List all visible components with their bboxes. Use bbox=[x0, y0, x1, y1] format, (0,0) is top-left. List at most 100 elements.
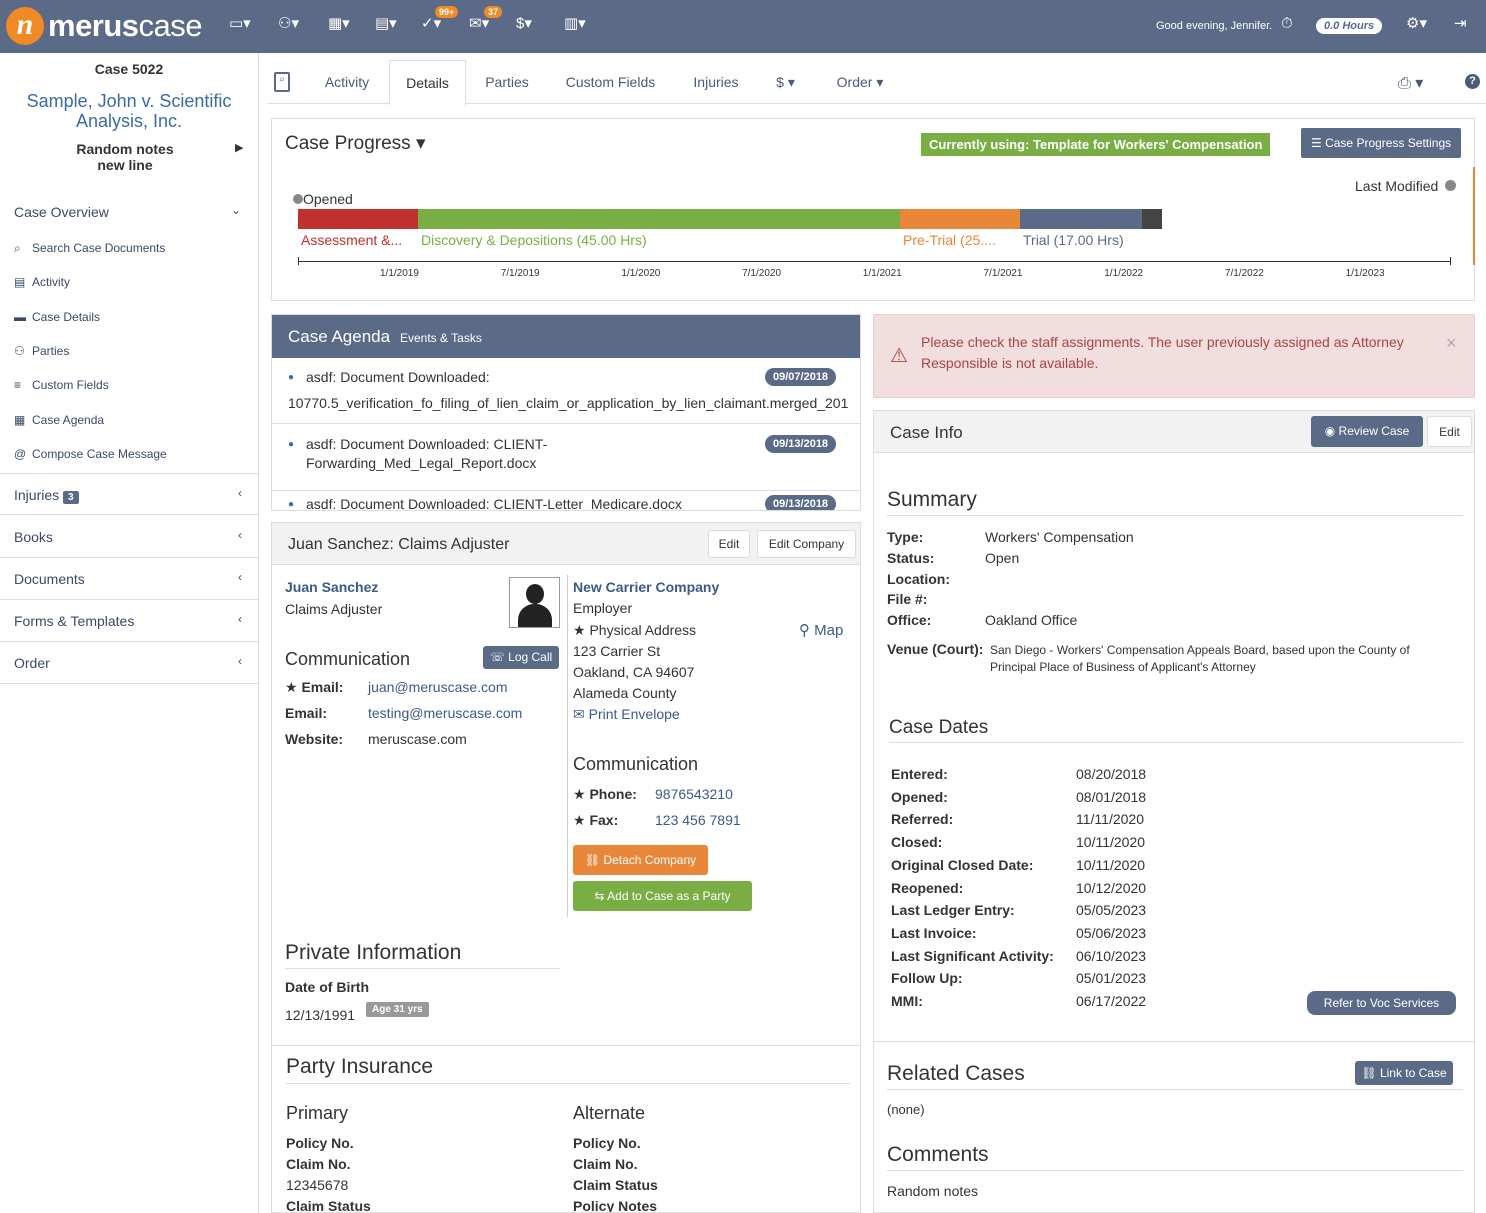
sidebar-books[interactable]: Books ‹ bbox=[0, 516, 258, 558]
case-date-label: Last Significant Activity: bbox=[891, 947, 1054, 964]
sidebar-item-parties[interactable]: ⚇ Parties bbox=[14, 344, 69, 358]
private-info-title: Private Information bbox=[285, 941, 462, 964]
sidebar-item-label: Activity bbox=[32, 275, 71, 290]
chevron-down-icon[interactable]: ⌄ bbox=[231, 203, 241, 217]
sidebar-item-case-details[interactable]: ▬ Case Details bbox=[14, 310, 100, 324]
case-title[interactable]: Sample, John v. Scientific Analysis, Inc… bbox=[10, 91, 248, 131]
add-to-case-party-button[interactable]: ⇆ Add to Case as a Party bbox=[573, 881, 752, 911]
edit-company-button[interactable]: Edit Company bbox=[757, 530, 856, 558]
divider bbox=[272, 1045, 860, 1046]
divider bbox=[887, 515, 1463, 516]
timer-icon[interactable]: ⏱ bbox=[1281, 15, 1293, 32]
case-date-label: Last Ledger Entry: bbox=[891, 902, 1015, 919]
review-case-button[interactable]: ◉ Review Case bbox=[1311, 416, 1423, 447]
status-label: Status: bbox=[887, 550, 935, 566]
sidebar-injuries[interactable]: Injuries 3 ‹ bbox=[0, 473, 258, 515]
folder-menu-icon[interactable]: ▭▾ bbox=[229, 14, 251, 32]
status-value: Open bbox=[985, 550, 1020, 566]
sidebar-item-search-case-documents[interactable]: ⌕ Search Case Documents bbox=[14, 241, 165, 256]
case-date-label: Opened: bbox=[891, 788, 948, 805]
tab-activity[interactable]: Activity bbox=[310, 60, 384, 104]
map-link[interactable]: ⚲ Map bbox=[799, 621, 843, 639]
refer-voc-services-button[interactable]: Refer to Voc Services bbox=[1307, 991, 1456, 1015]
case-overview-toggle[interactable]: Case Overview bbox=[14, 204, 109, 220]
document-menu-icon[interactable]: ▤▾ bbox=[375, 14, 397, 32]
sidebar-documents[interactable]: Documents ‹ bbox=[0, 558, 258, 600]
company-name-link[interactable]: New Carrier Company bbox=[573, 579, 719, 595]
address-title-row: ★ Physical Address bbox=[573, 622, 696, 639]
tab-order[interactable]: Order ▾ bbox=[820, 60, 900, 104]
address-line3: Alameda County bbox=[573, 685, 677, 701]
related-none: (none) bbox=[887, 1102, 925, 1117]
file-label: File #: bbox=[887, 591, 928, 607]
agenda-item[interactable]: ● asdf: Document Downloaded: 09/07/2018 107… bbox=[272, 358, 860, 424]
tab-order-label: Order bbox=[836, 74, 873, 90]
party-edit-button[interactable]: Edit bbox=[708, 530, 750, 558]
log-call-button[interactable]: ☏ Log Call bbox=[483, 646, 559, 669]
email1-label: Email: bbox=[301, 679, 344, 695]
hours-badge[interactable]: 0.0 Hours bbox=[1316, 18, 1383, 34]
axis-tick-label: 1/1/2021 bbox=[862, 268, 902, 279]
sidebar-item-case-agenda[interactable]: ▦ Case Agenda bbox=[14, 413, 104, 427]
close-icon[interactable]: × bbox=[1446, 333, 1457, 354]
party-name-link[interactable]: Juan Sanchez bbox=[285, 579, 378, 595]
sidebar-item-label: Case Agenda bbox=[32, 412, 105, 427]
email-primary-row: ★ Email: bbox=[285, 679, 343, 696]
tab-billing[interactable]: $ ▾ bbox=[763, 60, 808, 104]
email1-link[interactable]: juan@meruscase.com bbox=[368, 679, 508, 695]
axis-end-cap bbox=[298, 257, 299, 265]
case-date-value: 08/20/2018 bbox=[1076, 766, 1147, 782]
activity-icon: ▤ bbox=[14, 275, 26, 290]
case-search-icon[interactable]: ⌕ bbox=[274, 72, 290, 92]
party-panel: Juan Sanchez: Claims Adjuster Edit Edit … bbox=[271, 522, 861, 1213]
meruscase-logo-icon[interactable]: n bbox=[6, 7, 44, 45]
at-icon: @ bbox=[14, 446, 27, 461]
link-to-case-button[interactable]: ⛓ Link to Case bbox=[1355, 1061, 1453, 1085]
phone-link[interactable]: 9876543210 bbox=[655, 786, 733, 802]
venue-value: San Diego - Workers' Compensation Appeal… bbox=[990, 643, 1410, 674]
case-notes[interactable]: Random notes new line bbox=[40, 141, 210, 173]
case-date-value: 06/17/2022 bbox=[1076, 993, 1147, 1009]
print-envelope-link[interactable]: ✉ Print Envelope bbox=[573, 706, 680, 723]
primary-policy-label: Policy No. bbox=[286, 1135, 354, 1151]
tab-parties[interactable]: Parties bbox=[472, 60, 542, 104]
greeting-text: Good evening, Jennifer. bbox=[1156, 20, 1273, 32]
axis-tick-label: 1/1/2022 bbox=[1104, 268, 1144, 279]
email2-link[interactable]: testing@meruscase.com bbox=[368, 705, 522, 721]
agenda-item[interactable]: ● asdf: Document Downloaded: CLIENT-Lette… bbox=[272, 485, 860, 510]
settings-gear-icon[interactable]: ⚙▾ bbox=[1406, 14, 1427, 32]
detach-company-button[interactable]: ⛓ Detach Company bbox=[573, 845, 708, 875]
fax-label: Fax: bbox=[589, 812, 619, 828]
app-logo-text[interactable]: meruscase bbox=[48, 8, 203, 44]
help-icon[interactable]: ? bbox=[1465, 74, 1480, 89]
sidebar-item-compose-case-message[interactable]: @ Compose Case Message bbox=[14, 447, 167, 461]
users-menu-icon[interactable]: ⚇▾ bbox=[278, 14, 299, 32]
sidebar-item-label: Parties bbox=[32, 343, 70, 358]
type-value: Workers' Compensation bbox=[985, 529, 1134, 545]
notes-expand-icon[interactable]: ▶ bbox=[235, 141, 243, 154]
print-icon[interactable]: ⎙ ▾ bbox=[1398, 73, 1423, 93]
warning-icon: ⚠ bbox=[890, 345, 908, 367]
users-icon: ⚇ bbox=[14, 343, 25, 358]
website-value[interactable]: meruscase.com bbox=[368, 731, 467, 747]
sidebar-item-custom-fields[interactable]: ≡ Custom Fields bbox=[14, 378, 109, 392]
case-info-title: Case Info bbox=[890, 423, 963, 442]
agenda-item[interactable]: ● asdf: Document Downloaded: CLIENT- 09/13… bbox=[272, 425, 860, 491]
tab-injuries[interactable]: Injuries bbox=[681, 60, 751, 104]
sidebar-forms[interactable]: Forms & Templates ‹ bbox=[0, 600, 258, 642]
case-date-label: Closed: bbox=[891, 834, 943, 851]
sidebar-item-activity[interactable]: ▤ Activity bbox=[14, 275, 70, 289]
sidebar-order[interactable]: Order ‹ bbox=[0, 642, 258, 684]
logout-icon[interactable]: ⇥ bbox=[1454, 14, 1467, 32]
case-info-edit-button[interactable]: Edit bbox=[1427, 416, 1472, 447]
reports-menu-icon[interactable]: ▥▾ bbox=[564, 14, 586, 32]
billing-menu-icon[interactable]: $▾ bbox=[516, 14, 532, 32]
print-envelope-label: Print Envelope bbox=[588, 706, 680, 722]
email2-label: Email: bbox=[285, 705, 328, 721]
tab-details[interactable]: Details bbox=[389, 60, 466, 105]
fax-link[interactable]: 123 456 7891 bbox=[655, 812, 741, 828]
calendar-menu-icon[interactable]: ▦▾ bbox=[328, 14, 350, 32]
tab-custom-fields[interactable]: Custom Fields bbox=[553, 60, 668, 104]
case-info-panel: Case Info ◉ Review Case Edit Summary Typ… bbox=[873, 410, 1475, 1213]
axis-tick-label: 7/1/2022 bbox=[1224, 268, 1264, 279]
